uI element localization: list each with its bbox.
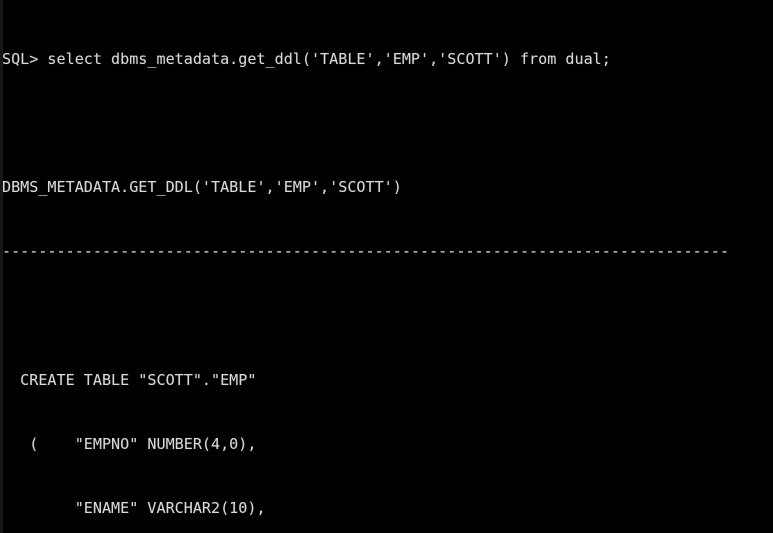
terminal-window[interactable]: SQL> select dbms_metadata.get_ddl('TABLE… bbox=[0, 0, 773, 533]
terminal-line-create-table: CREATE TABLE "SCOTT"."EMP" bbox=[2, 370, 257, 389]
console-output[interactable]: SQL> select dbms_metadata.get_ddl('TABLE… bbox=[0, 0, 773, 533]
terminal-line-column-header: DBMS_METADATA.GET_DDL('TABLE','EMP','SCO… bbox=[2, 178, 402, 197]
terminal-line-command: SQL> select dbms_metadata.get_ddl('TABLE… bbox=[2, 49, 611, 68]
terminal-line-blank-1 bbox=[2, 113, 773, 134]
terminal-line-column-empno: ( "EMPNO" NUMBER(4,0), bbox=[2, 435, 257, 454]
terminal-line-separator: ----------------------------------------… bbox=[2, 242, 729, 261]
terminal-line-blank-2 bbox=[2, 306, 773, 327]
terminal-line-column-ename: "ENAME" VARCHAR2(10), bbox=[2, 499, 266, 518]
window-left-edge-strip bbox=[0, 0, 3, 533]
